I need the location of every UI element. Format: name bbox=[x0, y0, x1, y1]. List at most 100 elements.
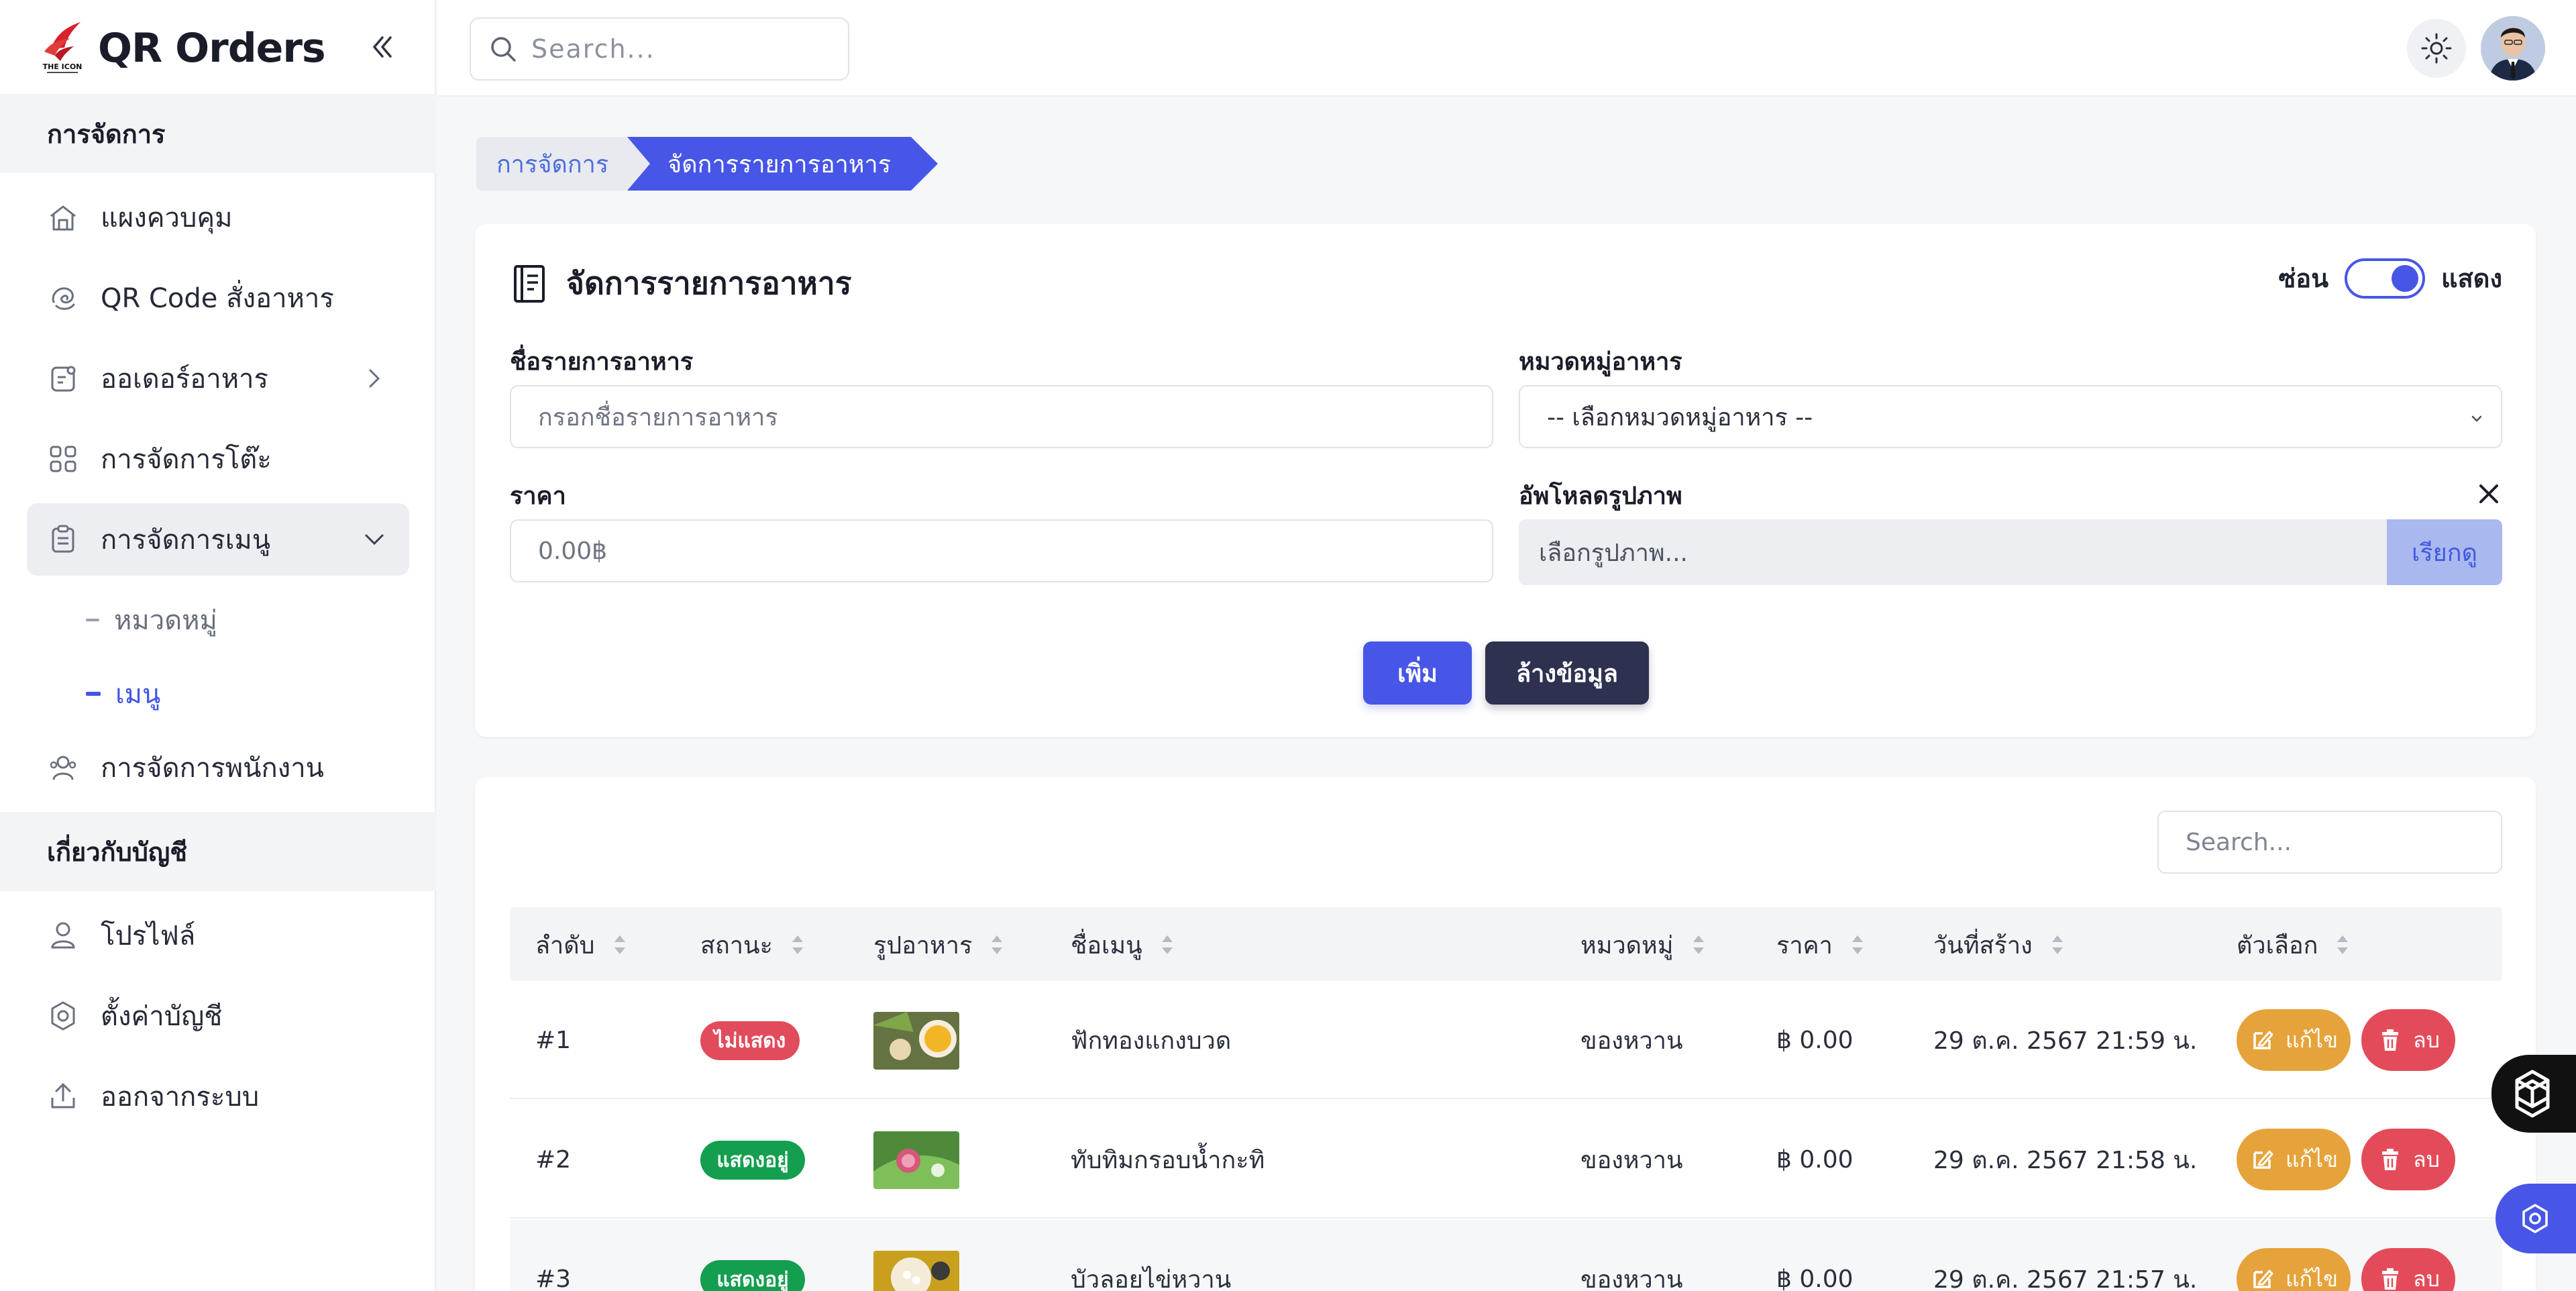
breadcrumb-current: จัดการรายการอาหาร bbox=[627, 137, 938, 191]
dash-icon bbox=[86, 619, 99, 621]
form-title: จัดการรายการอาหาร bbox=[511, 259, 851, 308]
row-number: #3 bbox=[535, 1265, 572, 1291]
svg-text:THE ICON: THE ICON bbox=[43, 62, 83, 71]
sidebar-item-menu-management[interactable]: การจัดการเมนู bbox=[27, 503, 409, 576]
row-number: #1 bbox=[535, 1026, 572, 1054]
category-select[interactable]: -- เลือกหมวดหมู่อาหาร -- bbox=[1519, 385, 2502, 448]
created-date: 29 ต.ค. 2567 21:57 น. bbox=[1933, 1266, 2198, 1291]
edit-button[interactable]: แก้ไข bbox=[2237, 1248, 2351, 1291]
sidebar-item-profile[interactable]: โปรไฟล์ bbox=[27, 899, 409, 972]
upload-field-label: อัพโหลดรูปภาพ bbox=[1519, 482, 1682, 510]
toggle-off-label: ซ่อน bbox=[2278, 264, 2329, 293]
double-chevron-left-icon[interactable] bbox=[369, 30, 396, 64]
column-header-created[interactable]: วันที่สร้าง bbox=[1933, 925, 2066, 965]
sidebar-item-label: โปรไฟล์ bbox=[101, 921, 196, 951]
created-date: 29 ต.ค. 2567 21:58 น. bbox=[1933, 1146, 2198, 1174]
sidebar-item-label: ตั้งค่าบัญชี bbox=[101, 1001, 223, 1032]
avatar[interactable] bbox=[2481, 16, 2545, 81]
floating-settings-button[interactable] bbox=[2496, 1184, 2576, 1253]
status-badge: ไม่แสดง bbox=[700, 1021, 800, 1060]
sidebar-item-logout[interactable]: ออกจากระบบ bbox=[27, 1060, 409, 1133]
price-field-label: ราคา bbox=[510, 482, 566, 510]
name-field-label: ชื่อรายการอาหาร bbox=[510, 348, 694, 376]
sort-icon bbox=[1851, 935, 1863, 954]
edit-icon bbox=[2253, 1270, 2273, 1288]
column-header-no[interactable]: ลำดับ bbox=[535, 925, 629, 965]
delete-label: ลบ bbox=[2413, 1027, 2440, 1053]
logout-icon bbox=[44, 1078, 82, 1115]
search-placeholder: Search... bbox=[531, 34, 655, 64]
notebook-icon bbox=[514, 264, 545, 303]
sidebar-item-label: การจัดการพนักงาน bbox=[101, 753, 325, 784]
delete-button[interactable]: ลบ bbox=[2361, 1009, 2455, 1071]
sort-icon bbox=[991, 935, 1003, 954]
edit-icon bbox=[2253, 1150, 2273, 1169]
breadcrumb-manage[interactable]: การจัดการ bbox=[476, 137, 629, 191]
column-header-status[interactable]: สถานะ bbox=[700, 925, 806, 965]
sidebar-subitem-categories[interactable]: หมวดหมู่ bbox=[86, 593, 217, 647]
delete-label: ลบ bbox=[2413, 1146, 2440, 1172]
sidebar-item-staff[interactable]: การจัดการพนักงาน bbox=[27, 731, 409, 804]
menu-category: ของหวาน bbox=[1580, 1146, 1683, 1174]
form-title-text: จัดการรายการอาหาร bbox=[566, 265, 852, 301]
upload-placeholder: เลือกรูปภาพ... bbox=[1539, 539, 1688, 567]
sidebar-item-dashboard[interactable]: แผงควบคุม bbox=[27, 181, 409, 254]
column-header-label: รูปอาหาร bbox=[873, 931, 973, 960]
visibility-toggle[interactable] bbox=[2345, 258, 2426, 299]
food-image bbox=[873, 1251, 959, 1291]
qr-swirl-icon bbox=[44, 279, 82, 317]
table-search-placeholder: Search... bbox=[2186, 828, 2292, 856]
sidebar-item-tables[interactable]: การจัดการโต๊ะ bbox=[27, 423, 409, 495]
column-header-label: ราคา bbox=[1776, 931, 1833, 960]
column-header-label: ตัวเลือก bbox=[2237, 931, 2318, 960]
column-header-menu-name[interactable]: ชื่อเมนู bbox=[1071, 925, 1176, 965]
sort-icon bbox=[2051, 935, 2063, 954]
table-header bbox=[510, 907, 2502, 981]
browse-button[interactable]: เรียกดู bbox=[2387, 519, 2502, 585]
sidebar-item-orders[interactable]: ออเดอร์อาหาร bbox=[27, 342, 409, 415]
price-placeholder: 0.00฿ bbox=[538, 537, 608, 565]
column-header-label: หมวดหมู่ bbox=[1580, 931, 1674, 960]
clear-button[interactable]: ล้างข้อมูล bbox=[1485, 641, 1649, 705]
row-number: #2 bbox=[535, 1145, 572, 1174]
sidebar-item-account-settings[interactable]: ตั้งค่าบัญชี bbox=[27, 980, 409, 1052]
edit-button[interactable]: แก้ไข bbox=[2237, 1009, 2351, 1071]
menu-price: ฿ 0.00 bbox=[1776, 1145, 1854, 1174]
edit-button[interactable]: แก้ไข bbox=[2237, 1129, 2351, 1190]
sidebar-subitem-menu[interactable]: เมนู bbox=[86, 667, 160, 721]
delete-button[interactable]: ลบ bbox=[2361, 1129, 2455, 1190]
column-header-options[interactable]: ตัวเลือก bbox=[2237, 925, 2351, 965]
edit-label: แก้ไข bbox=[2286, 1027, 2338, 1053]
column-header-price[interactable]: ราคา bbox=[1776, 925, 1866, 965]
user-icon bbox=[44, 917, 82, 954]
column-header-label: วันที่สร้าง bbox=[1933, 931, 2033, 960]
global-search-input[interactable]: Search... bbox=[470, 17, 849, 81]
close-icon[interactable] bbox=[2474, 479, 2504, 509]
section-heading-account: เกี่ยวกับบัญชี bbox=[0, 812, 436, 891]
table-search-input[interactable]: Search... bbox=[2157, 811, 2502, 874]
sort-icon bbox=[614, 935, 625, 954]
visibility-toggle-group: ซ่อน แสดง bbox=[2278, 258, 2502, 299]
add-button[interactable]: เพิ่ม bbox=[1363, 641, 1472, 705]
receipt-icon bbox=[44, 360, 82, 397]
price-input[interactable]: 0.00฿ bbox=[510, 519, 1493, 582]
name-placeholder: กรอกชื่อรายการอาหาร bbox=[538, 403, 778, 431]
chevron-down-icon bbox=[365, 534, 384, 546]
brand[interactable]: THE ICON QR Orders bbox=[38, 16, 326, 81]
edit-label: แก้ไข bbox=[2286, 1146, 2338, 1172]
sidebar-item-qr-order[interactable]: QR Code สั่งอาหาร bbox=[27, 262, 409, 334]
created-date: 29 ต.ค. 2567 21:59 น. bbox=[1933, 1027, 2198, 1055]
users-icon bbox=[44, 749, 82, 786]
column-header-category[interactable]: หมวดหมู่ bbox=[1580, 925, 1707, 965]
column-header-image[interactable]: รูปอาหาร bbox=[873, 925, 1006, 965]
floating-assistant-button[interactable] bbox=[2491, 1055, 2576, 1133]
theme-toggle-button[interactable] bbox=[2407, 19, 2466, 78]
delete-button[interactable]: ลบ bbox=[2361, 1248, 2455, 1291]
toggle-on-label: แสดง bbox=[2441, 264, 2502, 293]
image-upload-input[interactable]: เลือกรูปภาพ... เรียกดู bbox=[1519, 519, 2502, 585]
sort-icon bbox=[1161, 935, 1173, 954]
sidebar-item-label: ออเดอร์อาหาร bbox=[101, 364, 268, 395]
menu-name-input[interactable]: กรอกชื่อรายการอาหาร bbox=[510, 385, 1493, 448]
chevron-right-icon bbox=[369, 369, 380, 388]
trash-icon bbox=[2382, 1149, 2399, 1170]
